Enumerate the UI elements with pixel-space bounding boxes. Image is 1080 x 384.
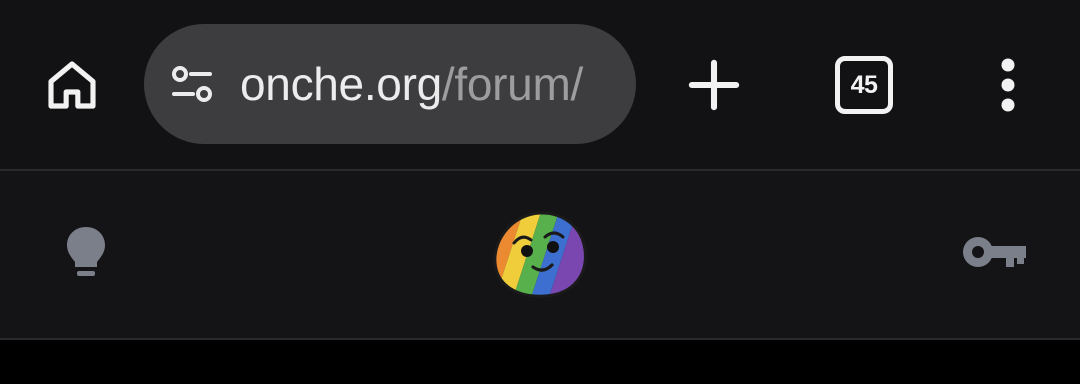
- theme-toggle-button[interactable]: [54, 218, 118, 290]
- login-button[interactable]: [958, 222, 1030, 282]
- key-icon: [963, 237, 1026, 267]
- home-button[interactable]: [36, 49, 108, 121]
- more-vert-icon: [1001, 58, 1015, 112]
- site-info-button[interactable]: [162, 54, 222, 114]
- home-icon: [48, 61, 96, 109]
- address-bar[interactable]: onche.org/forum/: [144, 24, 636, 144]
- tab-switcher-button[interactable]: 45: [828, 49, 900, 121]
- url-path: /forum/: [441, 58, 583, 110]
- menu-button[interactable]: [972, 49, 1044, 121]
- site-logo[interactable]: [490, 208, 590, 300]
- url-text[interactable]: onche.org/forum/: [240, 24, 614, 144]
- lightbulb-icon: [67, 227, 105, 276]
- tune-icon: [172, 66, 212, 102]
- plus-icon: [688, 59, 740, 111]
- page-content: [0, 340, 1080, 384]
- rainbow-smiley-logo: [493, 211, 587, 298]
- url-domain: onche.org: [240, 58, 442, 110]
- new-tab-button[interactable]: [678, 49, 750, 121]
- browser-toolbar: onche.org/forum/ 45: [0, 0, 1080, 169]
- tab-count: 45: [835, 56, 893, 114]
